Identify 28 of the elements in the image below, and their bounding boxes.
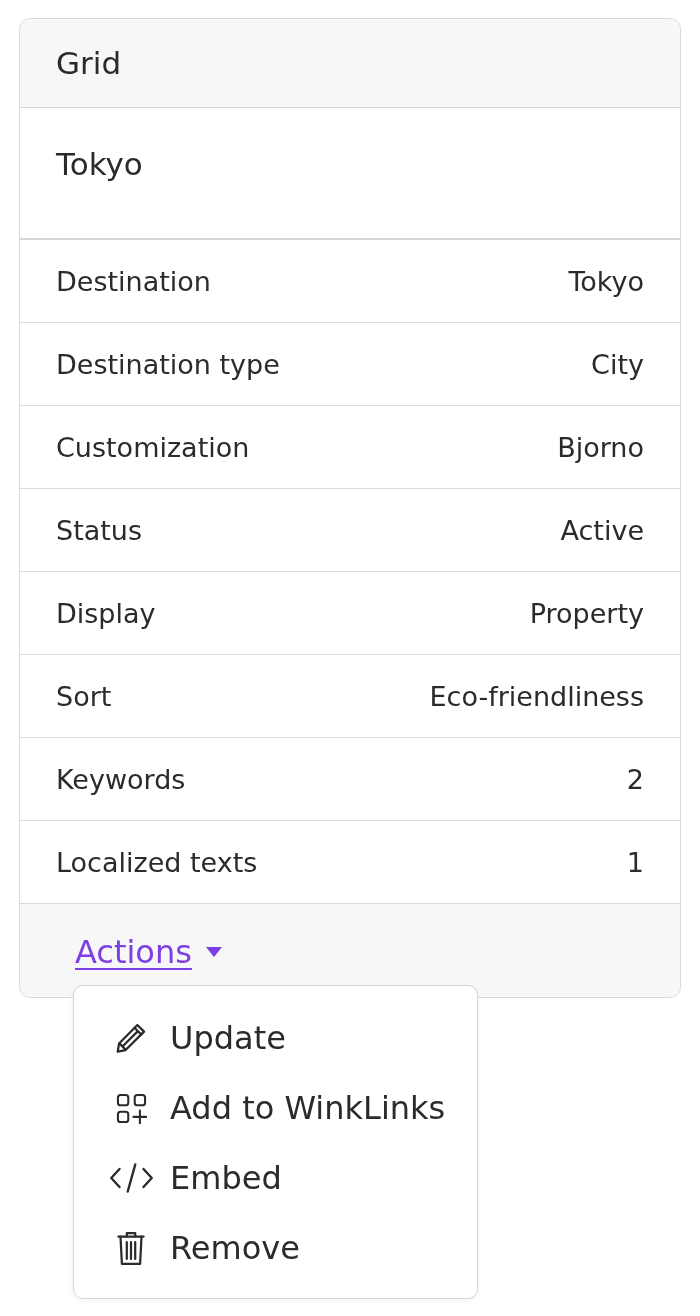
- row-label: Destination: [56, 264, 211, 299]
- row-label: Status: [56, 513, 143, 548]
- row-label: Keywords: [56, 762, 186, 797]
- row-value: Eco-friendliness: [429, 679, 644, 714]
- actions-dropdown-link[interactable]: Actions: [75, 928, 222, 976]
- row-value: Tokyo: [568, 264, 644, 299]
- dropdown-item[interactable]: Embed: [74, 1143, 477, 1213]
- row-value: Property: [529, 596, 644, 631]
- row-label: Destination type: [56, 347, 280, 382]
- item-title: Tokyo: [56, 145, 144, 184]
- row-value: 1: [626, 845, 644, 880]
- card-header: Grid: [20, 19, 680, 108]
- row-value: Active: [560, 513, 644, 548]
- row-label: Sort: [56, 679, 112, 714]
- row-label: Display: [56, 596, 156, 631]
- dropdown-item[interactable]: Add to WinkLinks: [74, 1073, 477, 1143]
- row-label: Customization: [56, 430, 250, 465]
- row-value: City: [591, 347, 644, 382]
- dropdown-item[interactable]: Update: [74, 1003, 477, 1073]
- code-icon: [108, 1163, 154, 1193]
- caret-icon: [205, 947, 222, 957]
- dropdown-item[interactable]: Remove: [74, 1213, 477, 1283]
- row-value: Bjorno: [557, 430, 644, 465]
- add-tiles-icon: [115, 1092, 147, 1124]
- row-value: 2: [626, 762, 644, 797]
- row-label: Localized texts: [56, 845, 258, 880]
- pencil-icon: [114, 1021, 148, 1055]
- trash-icon: [117, 1230, 145, 1266]
